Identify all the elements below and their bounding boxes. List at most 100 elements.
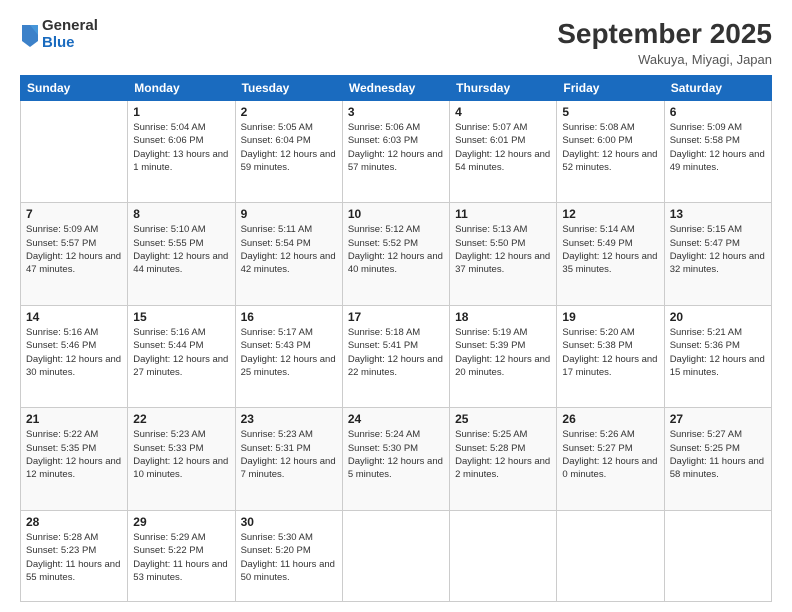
daylight-text: Daylight: 12 hours and 57 minutes. xyxy=(348,149,443,173)
sunrise-text: Sunrise: 5:09 AM xyxy=(26,224,98,235)
day-info: Sunrise: 5:14 AM Sunset: 5:49 PM Dayligh… xyxy=(562,223,658,276)
day-info: Sunrise: 5:29 AM Sunset: 5:22 PM Dayligh… xyxy=(133,531,229,584)
col-saturday: Saturday xyxy=(664,76,771,101)
day-info: Sunrise: 5:19 AM Sunset: 5:39 PM Dayligh… xyxy=(455,326,551,379)
day-number: 25 xyxy=(455,412,551,426)
sunrise-text: Sunrise: 5:23 AM xyxy=(241,429,313,440)
sunset-text: Sunset: 5:43 PM xyxy=(241,340,311,351)
table-row: 13 Sunrise: 5:15 AM Sunset: 5:47 PM Dayl… xyxy=(664,203,771,305)
calendar-table: Sunday Monday Tuesday Wednesday Thursday… xyxy=(20,75,772,602)
sunrise-text: Sunrise: 5:25 AM xyxy=(455,429,527,440)
sunrise-text: Sunrise: 5:13 AM xyxy=(455,224,527,235)
day-number: 13 xyxy=(670,207,766,221)
logo-icon xyxy=(20,21,40,49)
col-wednesday: Wednesday xyxy=(342,76,449,101)
day-number: 19 xyxy=(562,310,658,324)
sunset-text: Sunset: 6:06 PM xyxy=(133,135,203,146)
daylight-text: Daylight: 12 hours and 42 minutes. xyxy=(241,251,336,275)
day-number: 14 xyxy=(26,310,122,324)
day-info: Sunrise: 5:06 AM Sunset: 6:03 PM Dayligh… xyxy=(348,121,444,174)
table-row: 24 Sunrise: 5:24 AM Sunset: 5:30 PM Dayl… xyxy=(342,408,449,510)
sunset-text: Sunset: 6:01 PM xyxy=(455,135,525,146)
day-info: Sunrise: 5:09 AM Sunset: 5:57 PM Dayligh… xyxy=(26,223,122,276)
table-row: 23 Sunrise: 5:23 AM Sunset: 5:31 PM Dayl… xyxy=(235,408,342,510)
sunset-text: Sunset: 5:22 PM xyxy=(133,545,203,556)
logo-blue-text: Blue xyxy=(42,35,98,52)
daylight-text: Daylight: 13 hours and 1 minute. xyxy=(133,149,228,173)
table-row: 28 Sunrise: 5:28 AM Sunset: 5:23 PM Dayl… xyxy=(21,510,128,601)
day-number: 17 xyxy=(348,310,444,324)
table-row xyxy=(342,510,449,601)
sunset-text: Sunset: 6:03 PM xyxy=(348,135,418,146)
day-number: 16 xyxy=(241,310,337,324)
sunrise-text: Sunrise: 5:16 AM xyxy=(133,327,205,338)
daylight-text: Daylight: 12 hours and 10 minutes. xyxy=(133,456,228,480)
table-row: 22 Sunrise: 5:23 AM Sunset: 5:33 PM Dayl… xyxy=(128,408,235,510)
table-row: 10 Sunrise: 5:12 AM Sunset: 5:52 PM Dayl… xyxy=(342,203,449,305)
daylight-text: Daylight: 11 hours and 55 minutes. xyxy=(26,559,120,583)
sunset-text: Sunset: 5:47 PM xyxy=(670,238,740,249)
day-number: 6 xyxy=(670,105,766,119)
sunset-text: Sunset: 5:38 PM xyxy=(562,340,632,351)
table-row: 19 Sunrise: 5:20 AM Sunset: 5:38 PM Dayl… xyxy=(557,305,664,407)
month-title: September 2025 xyxy=(557,18,772,50)
day-info: Sunrise: 5:18 AM Sunset: 5:41 PM Dayligh… xyxy=(348,326,444,379)
day-number: 9 xyxy=(241,207,337,221)
daylight-text: Daylight: 12 hours and 44 minutes. xyxy=(133,251,228,275)
sunrise-text: Sunrise: 5:08 AM xyxy=(562,122,634,133)
sunrise-text: Sunrise: 5:14 AM xyxy=(562,224,634,235)
day-info: Sunrise: 5:10 AM Sunset: 5:55 PM Dayligh… xyxy=(133,223,229,276)
table-row: 14 Sunrise: 5:16 AM Sunset: 5:46 PM Dayl… xyxy=(21,305,128,407)
location: Wakuya, Miyagi, Japan xyxy=(557,52,772,67)
daylight-text: Daylight: 12 hours and 0 minutes. xyxy=(562,456,657,480)
table-row: 1 Sunrise: 5:04 AM Sunset: 6:06 PM Dayli… xyxy=(128,101,235,203)
daylight-text: Daylight: 12 hours and 2 minutes. xyxy=(455,456,550,480)
sunset-text: Sunset: 5:23 PM xyxy=(26,545,96,556)
day-number: 23 xyxy=(241,412,337,426)
col-thursday: Thursday xyxy=(450,76,557,101)
day-number: 5 xyxy=(562,105,658,119)
day-info: Sunrise: 5:12 AM Sunset: 5:52 PM Dayligh… xyxy=(348,223,444,276)
logo: General Blue xyxy=(20,18,98,51)
col-monday: Monday xyxy=(128,76,235,101)
table-row: 20 Sunrise: 5:21 AM Sunset: 5:36 PM Dayl… xyxy=(664,305,771,407)
sunrise-text: Sunrise: 5:05 AM xyxy=(241,122,313,133)
sunset-text: Sunset: 5:25 PM xyxy=(670,443,740,454)
day-info: Sunrise: 5:20 AM Sunset: 5:38 PM Dayligh… xyxy=(562,326,658,379)
sunset-text: Sunset: 5:44 PM xyxy=(133,340,203,351)
day-number: 4 xyxy=(455,105,551,119)
sunset-text: Sunset: 6:04 PM xyxy=(241,135,311,146)
sunrise-text: Sunrise: 5:28 AM xyxy=(26,532,98,543)
day-number: 11 xyxy=(455,207,551,221)
sunrise-text: Sunrise: 5:18 AM xyxy=(348,327,420,338)
day-info: Sunrise: 5:04 AM Sunset: 6:06 PM Dayligh… xyxy=(133,121,229,174)
sunset-text: Sunset: 5:50 PM xyxy=(455,238,525,249)
daylight-text: Daylight: 11 hours and 58 minutes. xyxy=(670,456,764,480)
daylight-text: Daylight: 12 hours and 27 minutes. xyxy=(133,354,228,378)
daylight-text: Daylight: 12 hours and 59 minutes. xyxy=(241,149,336,173)
sunrise-text: Sunrise: 5:09 AM xyxy=(670,122,742,133)
daylight-text: Daylight: 12 hours and 35 minutes. xyxy=(562,251,657,275)
table-row: 5 Sunrise: 5:08 AM Sunset: 6:00 PM Dayli… xyxy=(557,101,664,203)
sunset-text: Sunset: 5:28 PM xyxy=(455,443,525,454)
sunrise-text: Sunrise: 5:16 AM xyxy=(26,327,98,338)
day-number: 3 xyxy=(348,105,444,119)
daylight-text: Daylight: 12 hours and 40 minutes. xyxy=(348,251,443,275)
sunset-text: Sunset: 5:27 PM xyxy=(562,443,632,454)
day-number: 1 xyxy=(133,105,229,119)
day-info: Sunrise: 5:08 AM Sunset: 6:00 PM Dayligh… xyxy=(562,121,658,174)
table-row: 7 Sunrise: 5:09 AM Sunset: 5:57 PM Dayli… xyxy=(21,203,128,305)
day-number: 21 xyxy=(26,412,122,426)
daylight-text: Daylight: 12 hours and 37 minutes. xyxy=(455,251,550,275)
table-row: 6 Sunrise: 5:09 AM Sunset: 5:58 PM Dayli… xyxy=(664,101,771,203)
sunset-text: Sunset: 5:31 PM xyxy=(241,443,311,454)
table-row: 9 Sunrise: 5:11 AM Sunset: 5:54 PM Dayli… xyxy=(235,203,342,305)
table-row: 3 Sunrise: 5:06 AM Sunset: 6:03 PM Dayli… xyxy=(342,101,449,203)
table-row: 29 Sunrise: 5:29 AM Sunset: 5:22 PM Dayl… xyxy=(128,510,235,601)
sunset-text: Sunset: 5:52 PM xyxy=(348,238,418,249)
daylight-text: Daylight: 12 hours and 49 minutes. xyxy=(670,149,765,173)
day-info: Sunrise: 5:22 AM Sunset: 5:35 PM Dayligh… xyxy=(26,428,122,481)
sunset-text: Sunset: 5:57 PM xyxy=(26,238,96,249)
table-row: 30 Sunrise: 5:30 AM Sunset: 5:20 PM Dayl… xyxy=(235,510,342,601)
day-number: 12 xyxy=(562,207,658,221)
